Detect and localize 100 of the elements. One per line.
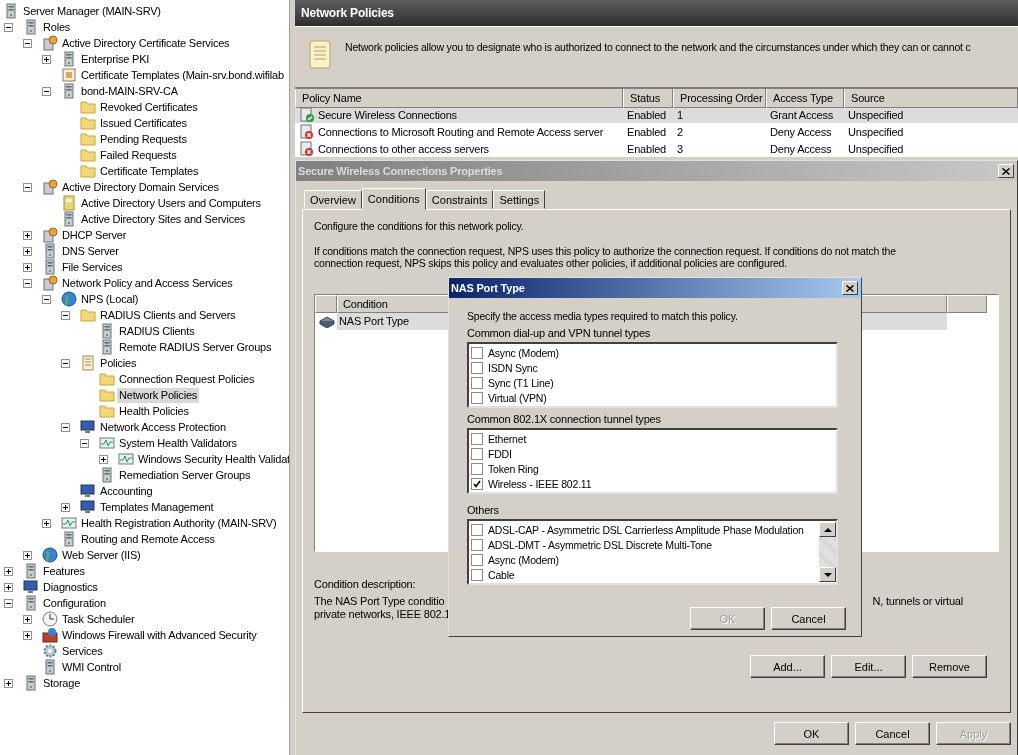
option-label[interactable]: Virtual (VPN) — [488, 391, 547, 404]
dialog-button[interactable]: Remove — [912, 655, 987, 678]
checkbox[interactable] — [471, 568, 483, 581]
dialog-button[interactable]: OK — [774, 722, 849, 745]
expand-toggle[interactable] — [42, 518, 51, 528]
dialog-button[interactable]: Cancel — [771, 607, 846, 630]
tree-item[interactable]: Enterprise PKI — [79, 51, 152, 67]
tree-item[interactable]: Certificate Templates — [98, 163, 201, 179]
tree-item[interactable]: Certificate Templates (Main-srv.bond.wifilab — [79, 67, 286, 83]
tree-item[interactable]: Services — [60, 643, 105, 659]
tree-item[interactable]: Remote RADIUS Server Groups — [117, 339, 274, 355]
expand-toggle[interactable] — [23, 230, 32, 240]
tree-item[interactable]: Network Access Protection — [98, 419, 228, 435]
tab[interactable]: Overview — [304, 190, 362, 209]
tree-item[interactable]: NPS (Local) — [79, 291, 141, 307]
tree-item[interactable]: bond-MAIN-SRV-CA — [79, 83, 180, 99]
tree-item[interactable]: Active Directory Users and Computers — [79, 195, 263, 211]
tree-item[interactable]: Storage — [41, 675, 83, 691]
expand-toggle[interactable] — [4, 582, 13, 592]
checkbox[interactable] — [471, 553, 483, 566]
tree-item[interactable]: Health Policies — [117, 403, 191, 419]
expand-toggle[interactable] — [61, 358, 70, 368]
option-label[interactable]: ADSL-CAP - Asymmetric DSL Carrierless Amplitude Phase Modulation — [488, 523, 804, 536]
table-row[interactable]: Connections to other access servers Enabled 3 Deny Access Unspecified — [295, 140, 1018, 157]
expand-toggle[interactable] — [42, 54, 51, 64]
tree-item[interactable]: Active Directory Domain Services — [60, 179, 221, 195]
checkbox[interactable] — [471, 376, 483, 389]
option-label[interactable]: Cable — [488, 568, 515, 581]
expand-toggle[interactable] — [4, 598, 13, 608]
tree-item[interactable]: Accounting — [98, 483, 155, 499]
expand-toggle[interactable] — [23, 614, 32, 624]
expand-toggle[interactable] — [23, 550, 32, 560]
tree-item[interactable]: Remediation Server Groups — [117, 467, 253, 483]
checkbox[interactable] — [471, 432, 483, 445]
option-label[interactable]: Async (Modem) — [488, 346, 559, 359]
option-label[interactable]: Ethernet — [488, 432, 527, 445]
tree-item[interactable]: Roles — [41, 19, 73, 35]
tree-item[interactable]: Templates Management — [98, 499, 216, 515]
tree-item[interactable]: Active Directory Sites and Services — [79, 211, 248, 227]
checkbox[interactable] — [471, 538, 483, 551]
tree-item[interactable]: Network Policies — [117, 387, 200, 403]
column-header[interactable] — [947, 295, 987, 313]
expand-toggle[interactable] — [61, 422, 70, 432]
tree-item[interactable]: Active Directory Certificate Services — [60, 35, 232, 51]
checkbox[interactable] — [471, 447, 483, 460]
close-button[interactable] — [842, 281, 858, 295]
expand-toggle[interactable] — [23, 278, 32, 288]
tree-item[interactable]: Diagnostics — [41, 579, 100, 595]
expand-toggle[interactable] — [99, 454, 108, 464]
checkbox[interactable] — [471, 361, 483, 374]
tree-item[interactable]: RADIUS Clients and Servers — [98, 307, 238, 323]
column-header[interactable]: Processing Order — [673, 89, 766, 108]
tree-item[interactable]: System Health Validators — [117, 435, 239, 451]
checkbox[interactable] — [471, 477, 483, 490]
column-header[interactable]: Access Type — [766, 89, 844, 108]
tree-item[interactable]: File Services — [60, 259, 125, 275]
tree-item[interactable]: Network Policy and Access Services — [60, 275, 235, 291]
tab[interactable]: Conditions — [361, 188, 426, 210]
tree-item[interactable]: Task Scheduler — [60, 611, 137, 627]
column-header[interactable]: Status — [623, 89, 673, 108]
tree-item[interactable]: Revoked Certificates — [98, 99, 200, 115]
expand-toggle[interactable] — [42, 294, 51, 304]
column-header[interactable]: Policy Name — [295, 89, 623, 108]
expand-toggle[interactable] — [4, 678, 13, 688]
option-label[interactable]: Sync (T1 Line) — [488, 376, 554, 389]
tree-item[interactable]: Server Manager (MAIN-SRV) — [21, 3, 163, 19]
expand-toggle[interactable] — [80, 438, 89, 448]
tree-item[interactable]: Configuration — [41, 595, 108, 611]
tab[interactable]: Constraints — [425, 190, 494, 209]
option-label[interactable]: ISDN Sync — [488, 361, 538, 374]
expand-toggle[interactable] — [23, 630, 32, 640]
expand-toggle[interactable] — [23, 262, 32, 272]
option-label[interactable]: ADSL-DMT - Asymmetric DSL Discrete Multi-Tone — [488, 538, 712, 551]
checkbox[interactable] — [471, 523, 483, 536]
dialog-button[interactable]: Cancel — [855, 722, 930, 745]
tree-item[interactable]: Windows Firewall with Advanced Security — [60, 627, 259, 643]
column-header[interactable]: Source — [844, 89, 1018, 108]
tree-item[interactable]: Policies — [98, 355, 139, 371]
tree-item[interactable]: Features — [41, 563, 87, 579]
tree-item[interactable]: Health Registration Authority (MAIN-SRV) — [79, 515, 279, 531]
tab[interactable]: Settings — [493, 190, 546, 209]
scrollbar[interactable] — [819, 522, 836, 582]
expand-toggle[interactable] — [4, 22, 13, 32]
tree-item[interactable]: WMI Control — [60, 659, 123, 675]
table-row[interactable]: Connections to Microsoft Routing and Remote Access server Enabled 2 Deny Access Unspecified — [295, 123, 1018, 140]
tree-item[interactable]: Web Server (IIS) — [60, 547, 143, 563]
option-label[interactable]: Async (Modem) — [488, 553, 559, 566]
tree-item[interactable]: Issued Certificates — [98, 115, 189, 131]
expand-toggle[interactable] — [42, 86, 51, 96]
expand-toggle[interactable] — [23, 38, 32, 48]
tree-item[interactable]: Pending Requests — [98, 131, 189, 147]
option-label[interactable]: Wireless - IEEE 802.11 — [488, 477, 592, 490]
dialog-button[interactable]: Add... — [750, 655, 825, 678]
tree-item[interactable]: DNS Server — [60, 243, 121, 259]
tree-item[interactable]: RADIUS Clients — [117, 323, 197, 339]
tree-item[interactable]: Routing and Remote Access — [79, 531, 217, 547]
tree-item[interactable]: DHCP Server — [60, 227, 129, 243]
close-button[interactable] — [998, 164, 1014, 178]
option-label[interactable]: FDDI — [488, 447, 512, 460]
expand-toggle[interactable] — [61, 310, 70, 320]
